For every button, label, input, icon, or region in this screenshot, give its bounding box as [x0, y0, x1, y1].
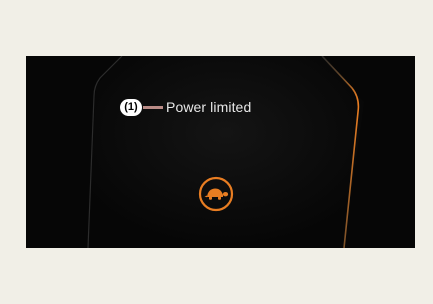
turtle-icon	[198, 176, 234, 212]
callout-label: (1) Power limited	[120, 98, 251, 116]
power-limited-message: Power limited	[166, 99, 252, 115]
callout-leader-line	[143, 105, 163, 109]
gauge-frame-outline	[87, 56, 364, 248]
instrument-cluster-display: (1) Power limited	[26, 56, 415, 248]
callout-number-badge: (1)	[120, 98, 142, 116]
